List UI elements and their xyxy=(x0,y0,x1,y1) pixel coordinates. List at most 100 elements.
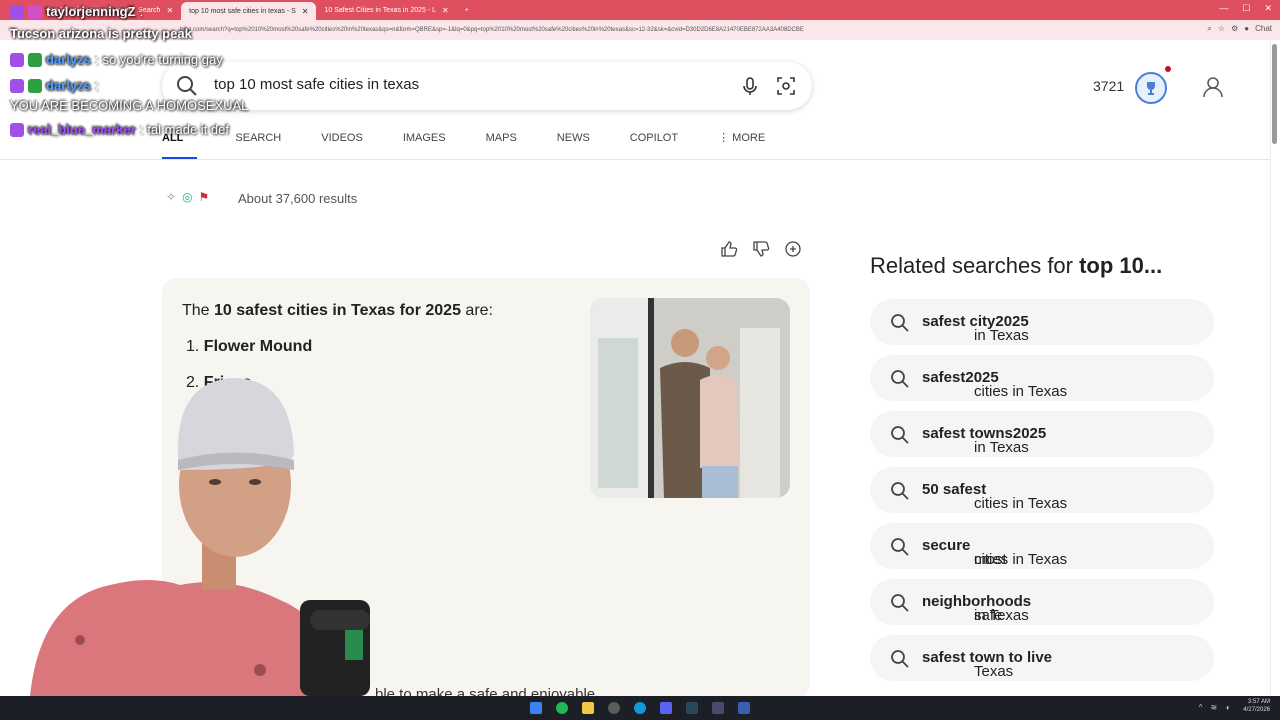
answer-intro: The 10 safest cities in Texas for 2025 a… xyxy=(182,302,493,320)
chat-text: tal made it def xyxy=(147,122,229,137)
chat-separator: : xyxy=(139,122,144,137)
chat-message: darlyzs: so you're turning gay xyxy=(10,52,223,67)
chat-message-text: Tucson arizona is pretty peak xyxy=(10,26,192,41)
related-search-item[interactable]: safest city in Texas 2025 xyxy=(870,299,1214,345)
heart-badge-icon xyxy=(28,4,42,19)
file-explorer-icon[interactable] xyxy=(582,702,594,714)
thumbs-up-icon[interactable] xyxy=(720,240,738,258)
related-search-item[interactable]: safest cities in Texas 2025 xyxy=(870,355,1214,401)
close-tab-icon[interactable]: ✕ xyxy=(166,6,173,15)
sparkle-icon[interactable]: ✧ xyxy=(166,190,176,204)
related-search-item[interactable]: most secure cities in Texas xyxy=(870,523,1214,569)
spotify-icon[interactable] xyxy=(556,702,568,714)
close-window-icon[interactable]: ✕ xyxy=(1264,3,1272,14)
chat-link[interactable]: Chat xyxy=(1255,24,1272,34)
related-search-item[interactable]: safest town to live Texas xyxy=(870,635,1214,681)
address-bar[interactable]: bing.com/search?q=top%2010%20most%20safe… xyxy=(0,20,1280,40)
rewards-trophy-icon[interactable] xyxy=(1135,72,1167,104)
chat-username: darlyzs xyxy=(46,78,91,93)
rewards-points[interactable]: 3721 xyxy=(1093,78,1124,94)
close-tab-icon[interactable]: ✕ xyxy=(302,7,309,16)
address-bar-icons: ⌕ ☆ ⚙ ● Chat xyxy=(1207,24,1272,34)
chat-message-text: YOU ARE BECOMING A HOMOSEXUAL xyxy=(10,98,248,113)
related-search-item[interactable]: 50 safest cities in Texas xyxy=(870,467,1214,513)
thumbs-down-icon[interactable] xyxy=(752,240,770,258)
answer-photo[interactable] xyxy=(590,298,790,498)
tab-copilot[interactable]: COPILOT xyxy=(630,128,678,160)
related-searches-title: Related searches for top 10... xyxy=(870,253,1162,279)
microphone-icon[interactable] xyxy=(740,76,760,96)
owl-icon[interactable]: ◎ xyxy=(182,190,192,204)
minimize-icon[interactable]: — xyxy=(1219,3,1228,14)
tab-videos[interactable]: VIDEOS xyxy=(321,128,363,160)
search-icon[interactable] xyxy=(176,75,198,97)
browser-tab-3[interactable]: 10 Safest Cities in Texas in 2025 - L ✕ xyxy=(316,1,456,19)
tab-search[interactable]: SEARCH xyxy=(235,128,281,160)
edge-icon[interactable] xyxy=(634,702,646,714)
clock-time: 3:57 AM xyxy=(1247,699,1270,705)
twitch-badge-icon xyxy=(10,52,24,67)
check-badge-icon xyxy=(28,52,42,67)
related-search-label: most secure cities in Texas xyxy=(922,537,1068,568)
zoom-icon[interactable]: ⌕ xyxy=(1207,24,1211,34)
search-input[interactable]: top 10 most safe cities in texas xyxy=(214,76,419,93)
twitch-badge-icon xyxy=(10,4,24,19)
account-icon[interactable] xyxy=(1200,74,1226,100)
related-search-label: safe neighborhoods in Texas xyxy=(922,593,1032,624)
steam-icon[interactable] xyxy=(686,702,698,714)
url-text: bing.com/search?q=top%2010%20most%20safe… xyxy=(180,27,804,33)
volume-icon[interactable]: ◖ xyxy=(1225,703,1230,712)
search-icon xyxy=(891,538,909,556)
visual-search-icon[interactable] xyxy=(776,76,796,96)
search-nav: ALL SEARCH VIDEOS IMAGES MAPS NEWS COPIL… xyxy=(162,128,805,160)
search-icon xyxy=(891,594,909,612)
search-icon xyxy=(891,314,909,332)
tab-more[interactable]: ⋮ MORE xyxy=(718,128,765,160)
tab-news[interactable]: NEWS xyxy=(557,128,590,160)
scrollbar-thumb[interactable] xyxy=(1272,44,1277,144)
app-icon-2[interactable] xyxy=(738,702,750,714)
more-dots-icon: ⋮ xyxy=(718,132,733,144)
chat-message: taylorjenningZ: xyxy=(10,4,143,19)
chevron-up-icon[interactable]: ^ xyxy=(1199,703,1203,712)
tab-more-label: MORE xyxy=(732,132,766,144)
profile-icon[interactable]: ● xyxy=(1244,24,1249,34)
tab-maps[interactable]: MAPS xyxy=(486,128,517,160)
tab-strip: top 10 safest cities in texas - Search ✕ … xyxy=(0,0,1280,20)
list-text: Flower Mound xyxy=(203,338,313,355)
search-icon xyxy=(891,650,909,668)
copilot-icon[interactable] xyxy=(784,240,802,258)
chat-message: darlyzs: xyxy=(10,78,98,93)
close-tab-icon[interactable]: ✕ xyxy=(442,6,449,15)
tab-images[interactable]: IMAGES xyxy=(403,128,446,160)
list-number: 1. xyxy=(186,338,200,355)
related-search-item[interactable]: safe neighborhoods in Texas xyxy=(870,579,1214,625)
discord-icon[interactable] xyxy=(660,702,672,714)
webcam-overlay xyxy=(30,378,370,696)
answer-intro-suffix: are: xyxy=(460,302,493,319)
obs-icon[interactable] xyxy=(608,702,620,714)
new-tab-button[interactable]: + xyxy=(457,1,477,19)
chat-text: so you're turning gay xyxy=(102,52,223,67)
system-tray: ^ ≋ ◖ xyxy=(1199,703,1230,712)
wifi-icon[interactable]: ≋ xyxy=(1210,703,1217,712)
maximize-icon[interactable]: ☐ xyxy=(1242,3,1250,14)
clock[interactable]: 3:57 AM 4/27/2026 xyxy=(1243,698,1270,714)
extensions-icon[interactable]: ⚙ xyxy=(1231,24,1238,34)
us-flag-icon[interactable]: ⚑ xyxy=(199,190,210,204)
answer-intro-prefix: The xyxy=(182,302,215,319)
tab-label: top 10 most safe cities in texas - S xyxy=(189,7,296,15)
search-icon xyxy=(891,426,909,444)
related-search-label: safest cities in Texas 2025 xyxy=(922,369,1068,400)
related-search-item[interactable]: safest towns in Texas 2025 xyxy=(870,411,1214,457)
favorite-star-icon[interactable]: ☆ xyxy=(1218,24,1225,34)
related-search-label: 50 safest cities in Texas xyxy=(922,481,1068,512)
notification-dot xyxy=(1165,66,1171,72)
search-box[interactable]: top 10 most safe cities in texas xyxy=(162,62,812,110)
app-icon[interactable] xyxy=(712,702,724,714)
check-badge-icon xyxy=(28,78,42,93)
result-count: About 37,600 results xyxy=(238,191,358,206)
twitch-badge-icon xyxy=(10,78,24,93)
browser-tab-2[interactable]: top 10 most safe cities in texas - S ✕ xyxy=(181,2,317,20)
windows-start-icon[interactable] xyxy=(530,702,542,714)
